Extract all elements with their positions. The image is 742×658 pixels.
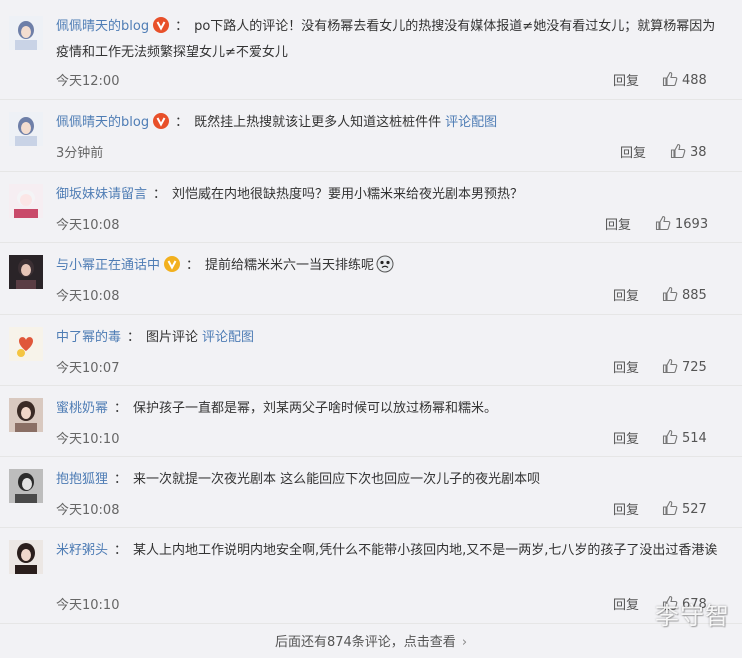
comment-item: 与小幂正在通话中 ： 提前给糯米米六一当天排练呢 今天10:08 回复 885 <box>0 243 742 315</box>
like-button[interactable]: 527 <box>662 500 707 517</box>
like-count: 885 <box>682 288 707 303</box>
reply-button[interactable]: 回复 <box>613 499 639 518</box>
watermark: 李守智 <box>655 602 730 630</box>
comment-item: 中了幂的毒 ： 图片评论 评论配图 今天10:07 回复 725 <box>0 315 742 386</box>
emoji-face-icon <box>376 255 394 273</box>
username-link[interactable]: 御坂妹妹请留言 <box>56 187 147 202</box>
timestamp: 今天10:08 <box>56 218 120 233</box>
chevron-right-icon: › <box>461 635 468 650</box>
username-link[interactable]: 蜜桃奶幂 <box>56 401 108 416</box>
verified-v-icon <box>164 256 181 272</box>
comment-text: 既然挂上热搜就该让更多人知道这桩桩件件 <box>194 115 442 130</box>
colon-separator: ： <box>175 115 189 130</box>
thumbs-up-icon <box>662 358 678 374</box>
comment-text: 提前给糯米米六一当天排练呢 <box>205 258 375 273</box>
colon-separator: ： <box>186 258 200 273</box>
like-count: 514 <box>682 431 707 446</box>
avatar[interactable] <box>9 398 43 432</box>
comment-text: 保护孩子一直都是幂，刘某两父子啥时候可以放过杨幂和糯米。 <box>133 401 498 416</box>
comment-content: 蜜桃奶幂 ： 保护孩子一直都是幂，刘某两父子啥时候可以放过杨幂和糯米。 <box>56 396 718 422</box>
timestamp: 3分钟前 <box>56 146 104 161</box>
reply-button[interactable]: 回复 <box>605 214 631 233</box>
username-link[interactable]: 抱抱狐狸 <box>56 472 108 487</box>
comment-content: 中了幂的毒 ： 图片评论 评论配图 <box>56 325 718 351</box>
thumbs-up-icon <box>662 429 678 445</box>
like-count: 38 <box>690 145 707 160</box>
comment-content: 与小幂正在通话中 ： 提前给糯米米六一当天排练呢 <box>56 253 718 279</box>
reply-button[interactable]: 回复 <box>613 357 639 376</box>
timestamp: 今天10:10 <box>56 598 120 613</box>
avatar[interactable] <box>9 112 43 146</box>
avatar[interactable] <box>9 469 43 503</box>
colon-separator: ： <box>175 19 189 34</box>
comment-image-link[interactable]: 评论配图 <box>202 330 254 345</box>
avatar[interactable] <box>9 327 43 361</box>
verified-v-icon <box>153 113 170 129</box>
comment-item: 抱抱狐狸 ： 来一次就提一次夜光剧本 这么能回应下次也回应一次儿子的夜光剧本呗 今天… <box>0 457 742 528</box>
timestamp: 今天10:08 <box>56 289 120 304</box>
comment-item: 蜜桃奶幂 ： 保护孩子一直都是幂，刘某两父子啥时候可以放过杨幂和糯米。 今天10:1… <box>0 386 742 457</box>
timestamp: 今天10:07 <box>56 361 120 376</box>
username-link[interactable]: 米籽粥头 <box>56 543 108 558</box>
comment-content: 米籽粥头 ： 某人上内地工作说明内地安全啊,凭什么不能带小孩回内地,又不是一两岁,七… <box>56 538 718 564</box>
colon-separator: ： <box>114 472 128 487</box>
more-comments-link[interactable]: 后面还有874条评论，点击查看 › <box>0 628 742 650</box>
reply-button[interactable]: 回复 <box>613 428 639 447</box>
comment-item: 佩佩晴天的blog： po下路人的评论！没有杨幂去看女儿的热搜没有媒体报道≠她没有… <box>0 0 742 100</box>
colon-separator: ： <box>114 401 128 416</box>
reply-button[interactable]: 回复 <box>620 142 646 161</box>
comment-text: 某人上内地工作说明内地安全啊,凭什么不能带小孩回内地,又不是一两岁,七八岁的孩子… <box>133 543 718 558</box>
colon-separator: ： <box>114 543 128 558</box>
comment-content: 御坂妹妹请留言 ： 刘恺威在内地很缺热度吗？要用小糯米来给夜光剧本男预热？ <box>56 182 718 208</box>
more-comments-label: 后面还有874条评论，点击查看 <box>274 635 456 650</box>
username-link[interactable]: 佩佩晴天的blog <box>56 19 149 34</box>
avatar[interactable] <box>9 255 43 289</box>
comment-text: 刘恺威在内地很缺热度吗？要用小糯米来给夜光剧本男预热？ <box>172 187 524 202</box>
reply-button[interactable]: 回复 <box>613 594 639 613</box>
comment-content: 佩佩晴天的blog： po下路人的评论！没有杨幂去看女儿的热搜没有媒体报道≠她没有… <box>56 14 718 66</box>
comment-item: 米籽粥头 ： 某人上内地工作说明内地安全啊,凭什么不能带小孩回内地,又不是一两岁,七… <box>0 528 742 624</box>
like-button[interactable]: 488 <box>662 71 707 88</box>
colon-separator: ： <box>127 330 141 345</box>
comment-content: 抱抱狐狸 ： 来一次就提一次夜光剧本 这么能回应下次也回应一次儿子的夜光剧本呗 <box>56 467 718 493</box>
thumbs-up-icon <box>662 500 678 516</box>
like-button[interactable]: 1693 <box>655 215 708 232</box>
username-link[interactable]: 与小幂正在通话中 <box>56 258 160 273</box>
thumbs-up-icon <box>670 143 686 159</box>
comment-item: 佩佩晴天的blog ： 既然挂上热搜就该让更多人知道这桩桩件件 评论配图 3分钟前 回… <box>0 100 742 172</box>
thumbs-up-icon <box>662 71 678 87</box>
like-button[interactable]: 38 <box>670 143 707 160</box>
timestamp: 今天12:00 <box>56 74 120 89</box>
like-button[interactable]: 885 <box>662 286 707 303</box>
reply-button[interactable]: 回复 <box>613 285 639 304</box>
comment-content: 佩佩晴天的blog ： 既然挂上热搜就该让更多人知道这桩桩件件 评论配图 <box>56 110 718 136</box>
like-count: 527 <box>682 502 707 517</box>
comment-image-link[interactable]: 评论配图 <box>445 115 497 130</box>
thumbs-up-icon <box>662 286 678 302</box>
avatar[interactable] <box>9 184 43 218</box>
reply-button[interactable]: 回复 <box>613 70 639 89</box>
avatar[interactable] <box>9 540 43 574</box>
like-button[interactable]: 514 <box>662 429 707 446</box>
comment-text: 图片评论 <box>146 330 199 345</box>
verified-v-icon <box>153 17 170 33</box>
timestamp: 今天10:10 <box>56 432 120 447</box>
thumbs-up-icon <box>655 215 671 231</box>
timestamp: 今天10:08 <box>56 503 120 518</box>
like-count: 725 <box>682 360 707 375</box>
like-count: 488 <box>682 73 707 88</box>
like-button[interactable]: 725 <box>662 358 707 375</box>
comment-text: 来一次就提一次夜光剧本 这么能回应下次也回应一次儿子的夜光剧本呗 <box>133 472 541 487</box>
avatar[interactable] <box>9 16 43 50</box>
username-link[interactable]: 中了幂的毒 <box>56 330 121 345</box>
username-link[interactable]: 佩佩晴天的blog <box>56 115 149 130</box>
comment-list: 佩佩晴天的blog： po下路人的评论！没有杨幂去看女儿的热搜没有媒体报道≠她没有… <box>0 0 742 624</box>
comment-item: 御坂妹妹请留言 ： 刘恺威在内地很缺热度吗？要用小糯米来给夜光剧本男预热？ 今天10… <box>0 172 742 243</box>
colon-separator: ： <box>153 187 167 202</box>
like-count: 1693 <box>675 217 709 232</box>
